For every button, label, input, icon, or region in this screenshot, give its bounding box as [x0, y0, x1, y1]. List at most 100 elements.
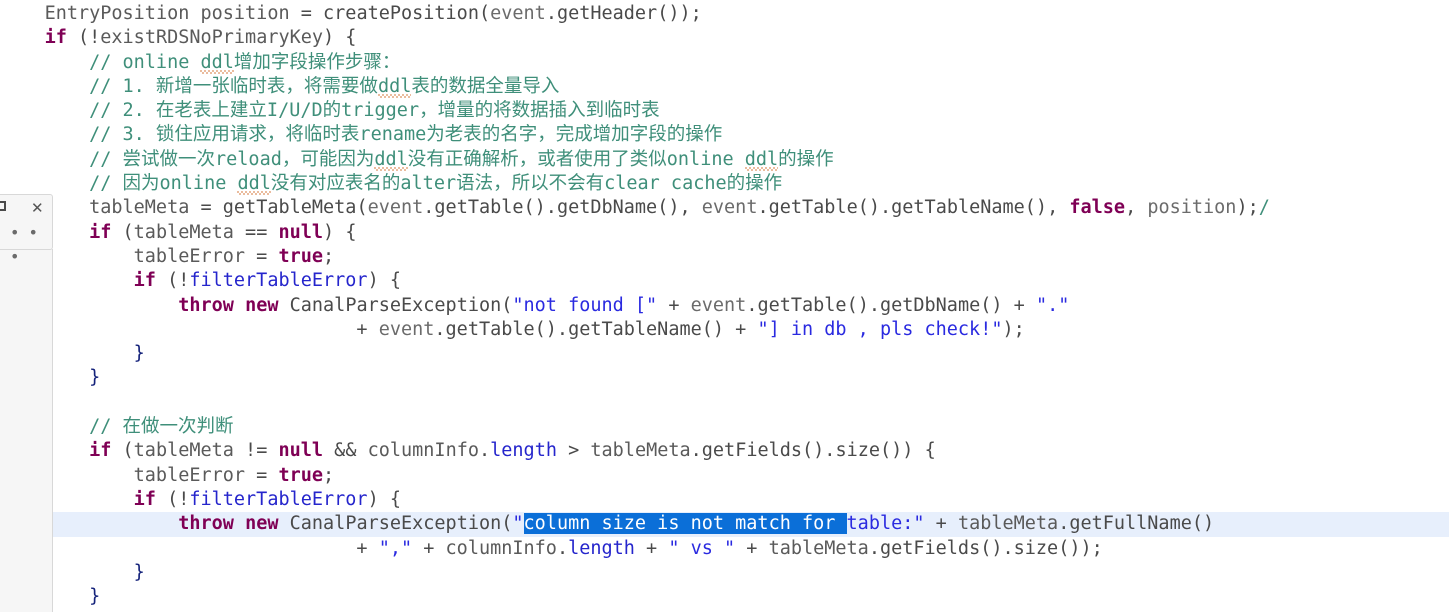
code-token: filterTableError	[189, 270, 368, 292]
code-lines-container[interactable]: EntryPosition position = createPosition(…	[0, 2, 1449, 609]
code-token: getTableMeta	[222, 197, 357, 219]
code-token: ()	[980, 294, 1003, 316]
code-token: .getTable	[757, 197, 858, 219]
code-token: ) {	[323, 27, 357, 49]
code-token: ) {	[367, 270, 401, 292]
selected-text: column size is not match for	[523, 513, 847, 535]
code-token: new	[245, 294, 279, 316]
code-line[interactable]: tableError = true;	[0, 245, 1449, 269]
code-line[interactable]: if (!filterTableError) {	[0, 269, 1449, 293]
code-token: columnInfo	[445, 537, 557, 559]
code-token: "not found ["	[512, 294, 658, 316]
code-token: createPosition	[323, 3, 479, 24]
code-line[interactable]: // 1. 新增一张临时表，将需要做ddl表的数据全量导入	[0, 75, 1449, 99]
code-token: throw	[178, 513, 234, 535]
code-token: ddl	[237, 173, 271, 195]
code-token: +	[724, 318, 758, 340]
code-token: ());	[1058, 537, 1103, 559]
code-line[interactable]: throw new CanalParseException("not found…	[0, 294, 1449, 318]
code-token: null	[278, 221, 324, 243]
code-token: CanalParseException	[289, 513, 502, 535]
code-token: filterTableError	[189, 488, 368, 510]
code-token: event	[690, 294, 747, 316]
code-token: if	[133, 488, 156, 510]
code-line[interactable]: // 在做一次判断	[0, 415, 1449, 439]
code-token: // 1. 新增一张临时表，将需要做	[0, 75, 378, 97]
code-line[interactable]: tableError = true;	[0, 464, 1449, 488]
code-token: (	[111, 221, 134, 243]
code-line[interactable]: if (tableMeta == null) {	[0, 221, 1449, 245]
code-line[interactable]: // 尝试做一次reload，可能因为ddl没有正确解析，或者使用了类似onli…	[0, 148, 1449, 172]
code-token: ","	[378, 537, 413, 559]
code-line[interactable]: if (!filterTableError) {	[0, 488, 1449, 512]
code-token: // 2. 在老表上建立I/U/D的trigger，增量的将数据插入到临时表	[0, 100, 660, 122]
code-token: +	[634, 537, 669, 559]
code-line[interactable]: if (tableMeta != null && columnInfo.leng…	[0, 439, 1449, 463]
code-token: (	[501, 513, 513, 535]
code-token: EntryPosition position	[44, 3, 290, 24]
code-token: // 尝试做一次reload，可能因为	[0, 148, 375, 170]
code-token: !=	[233, 440, 279, 462]
code-line[interactable]: + event.getTable().getTableName() + "] i…	[0, 318, 1449, 342]
code-token: =	[245, 464, 279, 486]
code-token: // 因为online	[0, 173, 238, 195]
code-token: table:"	[846, 513, 925, 535]
more-options-icon[interactable]: • • •	[10, 221, 52, 269]
code-token: tableMeta	[133, 440, 234, 462]
code-line[interactable]: // 因为online ddl没有对应表名的alter语法，所以不会有clear…	[0, 172, 1449, 196]
code-token: 没有对应表名的alter语法，所以不会有clear cache的操作	[270, 173, 783, 195]
code-token: tableMeta	[133, 221, 234, 243]
code-token: &&	[323, 440, 368, 462]
code-token: false	[1069, 197, 1126, 219]
code-token: +	[0, 318, 379, 340]
code-token: (!	[155, 488, 190, 510]
code-token: ;	[323, 464, 335, 486]
code-token: ().	[980, 537, 1014, 559]
code-line[interactable]	[0, 391, 1449, 415]
close-icon[interactable]: ✕	[31, 195, 44, 221]
code-token: new	[245, 513, 279, 535]
code-editor-surface[interactable]: EntryPosition position = createPosition(…	[0, 0, 1449, 612]
code-token: "."	[1035, 294, 1070, 316]
code-token: .getFullName	[1058, 513, 1192, 535]
square-icon[interactable]	[0, 201, 6, 211]
code-line-current[interactable]: throw new CanalParseException("column si…	[0, 512, 1449, 537]
code-token: >	[556, 440, 591, 462]
code-token: (),	[657, 197, 702, 219]
code-token: ().	[534, 318, 569, 340]
code-line[interactable]: EntryPosition position = createPosition(…	[0, 2, 1449, 26]
code-token: getDbName	[879, 294, 981, 316]
code-token: getDbName	[556, 197, 658, 219]
code-line[interactable]: }	[0, 366, 1449, 390]
code-token: ;	[323, 245, 335, 267]
code-token: .getTable	[434, 318, 535, 340]
code-token: true	[278, 464, 324, 486]
code-line[interactable]: }	[0, 342, 1449, 366]
code-token: /	[1258, 197, 1270, 219]
code-line[interactable]: // online ddl增加字段操作步骤：	[0, 51, 1449, 75]
code-line[interactable]: }	[0, 585, 1449, 609]
code-token: .getTable	[746, 294, 847, 316]
code-line[interactable]: + "," + columnInfo.length + " vs " + tab…	[0, 537, 1449, 561]
code-line[interactable]: }	[0, 561, 1449, 585]
code-token: );	[1236, 197, 1259, 219]
code-line[interactable]: tableMeta = getTableMeta(event.getTable(…	[0, 196, 1449, 220]
code-token: ,	[1125, 197, 1148, 219]
code-token: event	[367, 197, 424, 219]
code-token: size	[835, 440, 881, 462]
code-token: +	[1002, 294, 1036, 316]
code-token: ()	[701, 318, 725, 340]
code-token: (	[478, 3, 491, 24]
floating-popup-panel[interactable]: ✕ • • •	[0, 194, 53, 266]
code-token: event	[378, 318, 435, 340]
code-line[interactable]: if (!existRDSNoPrimaryKey) {	[0, 26, 1449, 50]
code-token: +	[735, 537, 769, 559]
code-line[interactable]: // 2. 在老表上建立I/U/D的trigger，增量的将数据插入到临时表	[0, 99, 1449, 123]
code-token: =	[189, 197, 223, 219]
code-line[interactable]: // 3. 锁住应用请求，将临时表rename为老表的名字，完成增加字段的操作	[0, 123, 1449, 147]
code-token: true	[278, 245, 324, 267]
code-token: "	[512, 513, 524, 535]
